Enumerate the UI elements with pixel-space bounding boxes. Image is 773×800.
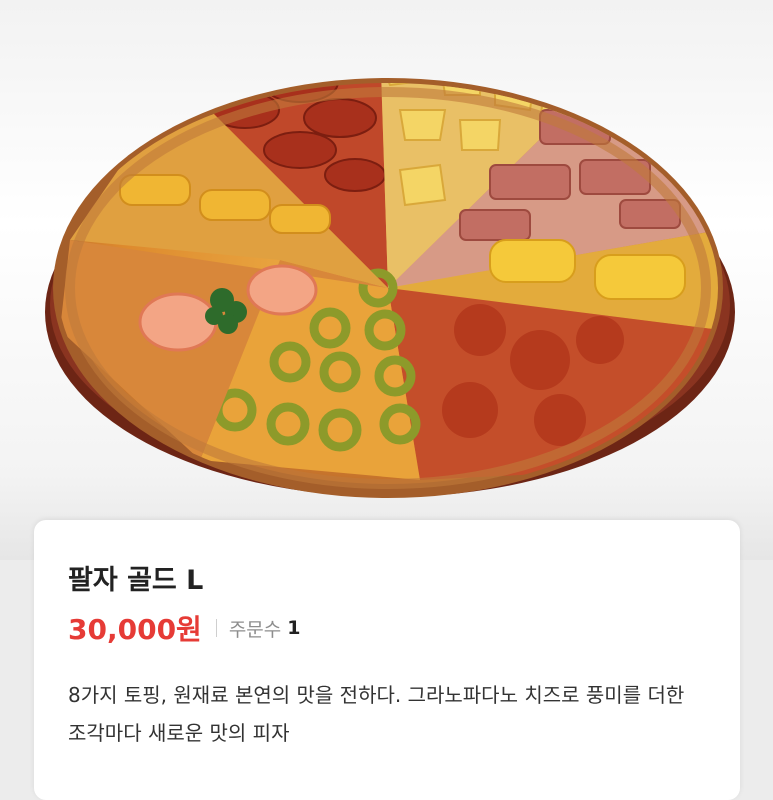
product-price: 30,000원 (68, 613, 202, 646)
product-title: 팔자 골드 L (68, 565, 204, 596)
divider (215, 619, 217, 637)
pizza-illustration (45, 78, 735, 498)
orders-label: 주문수 (228, 618, 282, 641)
orders-count: 1 (287, 617, 301, 639)
product-image (0, 0, 773, 560)
price-row: 30,000원 주문수 1 (68, 608, 301, 648)
product-description: 8가지 토핑, 원재료 본연의 맛을 전하다. 그라노파다노 치즈로 풍미를 더… (68, 683, 685, 745)
product-info-card: 팔자 골드 L 30,000원 주문수 1 8가지 토핑, 원재료 본연의 맛을… (34, 520, 740, 800)
